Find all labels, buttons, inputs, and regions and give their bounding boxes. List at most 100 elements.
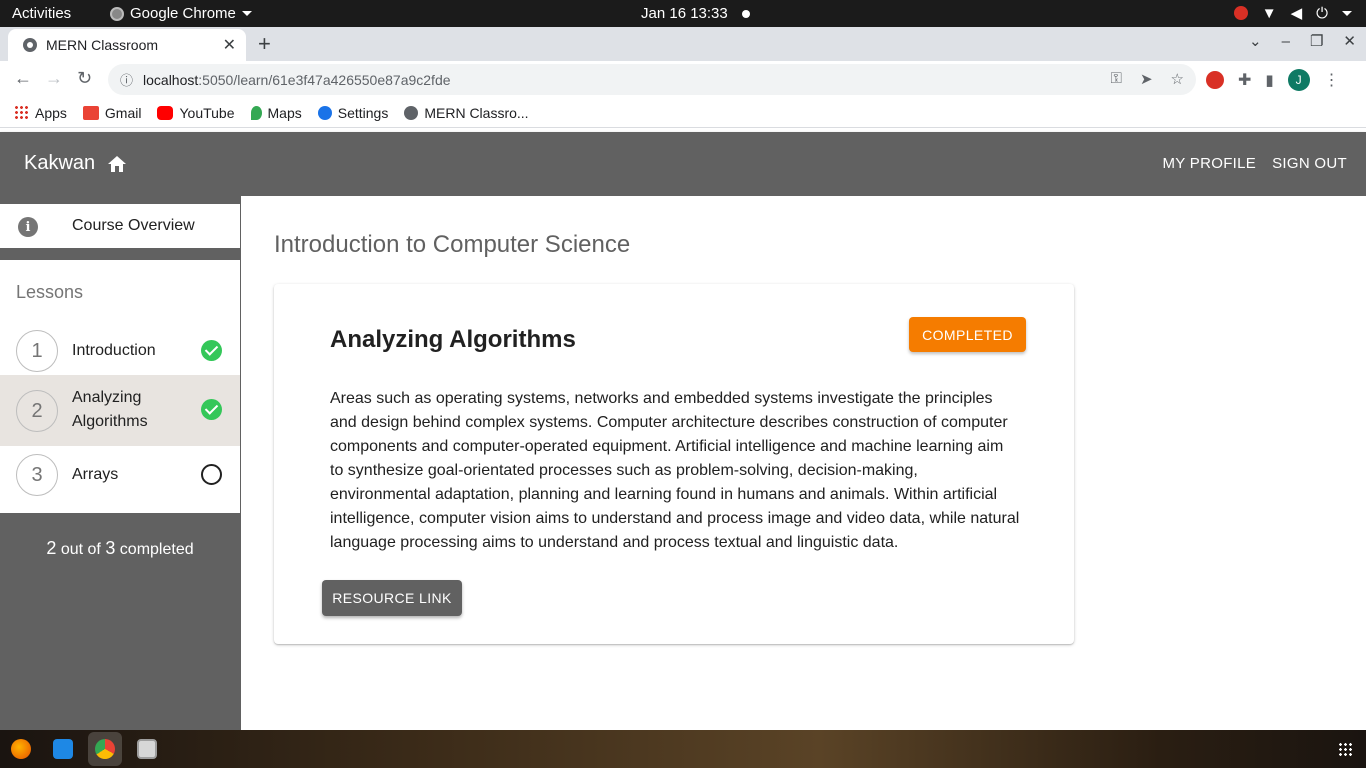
address-row: ← → ↻ ⓘ localhost:5050/learn/61e3f47a426… [0,61,1366,98]
chrome-taskbar-icon[interactable] [95,739,115,759]
resource-link-button[interactable]: RESOURCE LINK [322,580,462,616]
info-icon: i [18,217,38,237]
progress-summary: 2 out of 3 completed [0,538,240,559]
app-menu-label: Google Chrome [130,5,236,22]
bookmark-label: Apps [35,104,67,121]
bookmark-youtube[interactable]: YouTube [157,104,235,121]
volume-icon: ◀ [1290,5,1303,22]
home-icon[interactable] [107,155,127,173]
lesson-card: Analyzing Algorithms COMPLETED Areas suc… [274,284,1074,644]
url-path: :5050/learn/61e3f47a426550e87a9c2fde [198,71,451,88]
course-overview-label: Course Overview [72,217,195,234]
minimize-icon[interactable]: – [1282,33,1290,50]
main-content: Introduction to Computer Science Analyzi… [241,196,1366,730]
reload-icon[interactable]: ↻ [77,68,92,89]
site-info-icon[interactable]: ⓘ [120,70,133,89]
course-overview-item[interactable]: i Course Overview [0,204,240,248]
lesson-title: Analyzing Algorithms [72,389,148,430]
bookmark-gmail[interactable]: Gmail [82,104,142,121]
system-tray[interactable]: ▼ ◀ ⏻ [1233,4,1352,22]
lesson-item-analyzing-algorithms[interactable]: 2 Analyzing Algorithms [0,375,240,446]
lesson-title: Introduction [72,342,156,359]
bookmark-settings[interactable]: Settings [317,104,389,121]
globe-icon [404,105,419,120]
tab-title: MERN Classroom [46,37,159,53]
wifi-icon: ▼ [1261,4,1277,22]
show-apps-icon[interactable] [1338,742,1352,756]
accessibility-icon [1233,6,1248,20]
activities-button[interactable]: Activities [12,5,71,22]
taskbar [0,730,1366,768]
close-window-icon[interactable]: ✕ [1343,32,1356,50]
lesson-item-introduction[interactable]: 1 Introduction [0,320,240,382]
url-host: localhost [143,71,199,88]
bookmark-mern[interactable]: MERN Classro... [404,105,529,121]
lessons-list: Lessons 1 Introduction 2 Analyzing Algor… [0,260,240,513]
bookmarks-bar: Apps Gmail YouTube Maps Settings MERN Cl… [0,98,1366,128]
puzzle-icon[interactable]: ✚ [1238,70,1251,90]
new-tab-icon[interactable]: + [258,31,271,57]
browser-tab[interactable]: MERN Classroom ✕ [8,29,246,61]
star-icon[interactable]: ☆ [1171,70,1184,88]
window-controls: ⌄ – ❐ ✕ [1249,32,1356,51]
bookmark-label: Gmail [104,104,142,121]
youtube-icon [157,105,174,120]
bookmark-apps[interactable]: Apps [14,105,67,121]
key-icon[interactable]: ⚿ [1111,70,1122,88]
completed-status-button[interactable]: COMPLETED [909,317,1026,352]
menu-icon[interactable]: ⋮ [1324,70,1340,90]
gear-icon [317,105,332,120]
power-icon: ⏻ [1316,4,1328,22]
total-count: 3 [105,538,116,558]
back-icon[interactable]: ← [14,68,32,89]
tab-search-icon[interactable]: ⌄ [1249,32,1262,50]
clock[interactable]: Jan 16 13:33 [641,5,750,22]
notification-dot-icon [741,9,750,18]
forward-icon[interactable]: → [45,68,63,89]
files-icon[interactable] [137,739,157,759]
lesson-number: 2 [16,390,58,432]
tab-strip: MERN Classroom ✕ + ⌄ – ❐ ✕ [0,27,1366,61]
send-icon[interactable]: ➤ [1140,70,1153,88]
restore-icon[interactable]: ❐ [1310,32,1323,50]
vscode-icon[interactable] [53,739,73,759]
bookmark-maps[interactable]: Maps [250,104,302,121]
lesson-number: 1 [16,330,58,372]
extension-icon[interactable] [1206,71,1224,89]
check-circle-icon [201,340,222,361]
gmail-icon [82,105,99,120]
globe-icon [23,38,37,52]
address-bar[interactable]: ⓘ localhost:5050/learn/61e3f47a426550e87… [108,64,1196,95]
apps-grid-icon [14,105,29,120]
extensions-area: ✚ ▮ J ⋮ [1206,69,1340,91]
clock-label: Jan 16 13:33 [641,5,728,22]
lesson-title: Analyzing Algorithms [330,326,576,353]
profile-avatar[interactable]: J [1287,69,1310,91]
bookmark-label: YouTube [179,104,235,121]
sign-out-link[interactable]: SIGN OUT [1272,155,1347,172]
lessons-heading: Lessons [16,282,84,302]
lesson-item-arrays[interactable]: 3 Arrays [0,446,240,508]
side-panel-icon[interactable]: ▮ [1265,71,1273,89]
close-tab-icon[interactable]: ✕ [223,35,236,55]
tray-caret-icon [1342,10,1352,16]
check-circle-icon [201,399,222,420]
course-title: Introduction to Computer Science [274,231,631,258]
system-top-bar: Activities Google Chrome Jan 16 13:33 ▼ … [0,0,1366,27]
header-nav: MY PROFILE SIGN OUT [1163,155,1348,172]
maps-pin-icon [250,105,262,120]
course-sidebar: i Course Overview Lessons 1 Introduction… [0,196,241,730]
empty-circle-icon [201,464,222,485]
completed-count: 2 [46,538,57,558]
lesson-title: Arrays [72,466,119,483]
lesson-content: Areas such as operating systems, network… [330,390,1020,551]
bookmark-label: Settings [337,104,389,121]
bookmark-label: Maps [267,104,302,121]
app-menu[interactable]: Google Chrome [110,5,252,22]
brand-name: Kakwan [24,152,96,174]
firefox-icon[interactable] [11,739,31,759]
progress-out-of: out of [60,541,101,558]
my-profile-link[interactable]: MY PROFILE [1163,155,1257,172]
caret-down-icon [241,11,252,16]
brand[interactable]: Kakwan [24,152,127,175]
